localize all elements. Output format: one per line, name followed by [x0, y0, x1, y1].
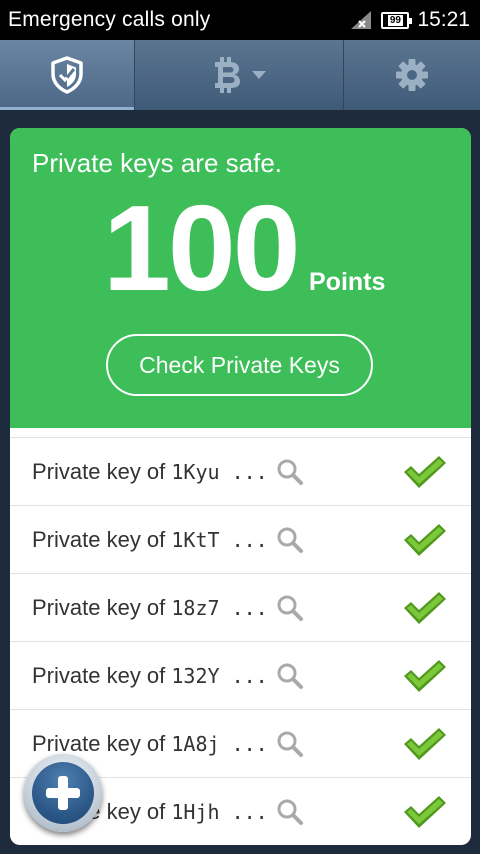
- tab-bar: [0, 40, 480, 110]
- key-address: 1A8j ...: [171, 731, 268, 756]
- main-panel: Private keys are safe. 100 Points Check …: [10, 128, 471, 845]
- security-summary: Private keys are safe. 100 Points Check …: [10, 128, 471, 428]
- shield-check-icon: [51, 56, 83, 94]
- check-icon: [404, 592, 446, 624]
- carrier-text: Emergency calls only: [8, 8, 211, 31]
- key-row[interactable]: Private key of 1Kyu ...: [10, 437, 471, 505]
- key-row[interactable]: Private key of 1KtT ...: [10, 505, 471, 573]
- key-address: 18z7 ...: [171, 595, 268, 620]
- battery-icon: 99: [381, 11, 413, 29]
- key-label: Private key of 132Y ...: [32, 663, 268, 689]
- search-icon[interactable]: [276, 458, 304, 486]
- check-private-keys-button[interactable]: Check Private Keys: [106, 334, 373, 396]
- key-label-prefix: Private key of: [32, 662, 172, 688]
- key-label-prefix: Private key of: [32, 594, 172, 620]
- key-label: Private key of 1Kyu ...: [32, 459, 268, 485]
- plus-icon: [46, 776, 80, 810]
- score: 100 Points: [10, 180, 471, 316]
- add-button-inner: [32, 762, 94, 824]
- chevron-down-icon: [252, 70, 266, 79]
- status-icons: 99 15:21: [349, 8, 470, 32]
- key-label: Private key of 1A8j ...: [32, 731, 268, 757]
- tab-wallet[interactable]: [135, 40, 344, 110]
- search-icon[interactable]: [276, 662, 304, 690]
- add-button[interactable]: [24, 754, 102, 832]
- clock: 15:21: [417, 8, 470, 31]
- key-label-prefix: Private key of: [32, 526, 172, 552]
- key-address: 1Kyu ...: [171, 459, 268, 484]
- search-icon[interactable]: [276, 730, 304, 758]
- key-label-prefix: Private key of: [32, 458, 172, 484]
- tab-security[interactable]: [0, 40, 135, 110]
- score-unit: Points: [309, 268, 386, 296]
- bitcoin-icon: [215, 57, 240, 93]
- gear-icon: [396, 59, 428, 91]
- key-address: 1KtT ...: [171, 527, 268, 552]
- key-row[interactable]: Private key of 18z7 ...: [10, 573, 471, 641]
- score-value: 100: [103, 180, 301, 316]
- status-bar: Emergency calls only 99 15:21: [0, 0, 480, 40]
- key-row[interactable]: Private key of 132Y ...: [10, 641, 471, 709]
- search-icon[interactable]: [276, 594, 304, 622]
- key-label: Private key of 1KtT ...: [32, 527, 268, 553]
- search-icon[interactable]: [276, 798, 304, 826]
- check-icon: [404, 456, 446, 488]
- search-icon[interactable]: [276, 526, 304, 554]
- key-label-prefix: Private key of: [32, 730, 172, 756]
- check-icon: [404, 728, 446, 760]
- status-message: Private keys are safe.: [32, 148, 282, 178]
- check-icon: [404, 660, 446, 692]
- check-icon: [404, 524, 446, 556]
- key-label: Private key of 18z7 ...: [32, 595, 268, 621]
- signal-icon: [351, 11, 372, 29]
- check-icon: [404, 796, 446, 828]
- battery-level: 99: [387, 14, 403, 26]
- key-address: 132Y ...: [171, 663, 268, 688]
- key-address: 1Hjh ...: [171, 799, 268, 824]
- tab-settings[interactable]: [344, 40, 480, 110]
